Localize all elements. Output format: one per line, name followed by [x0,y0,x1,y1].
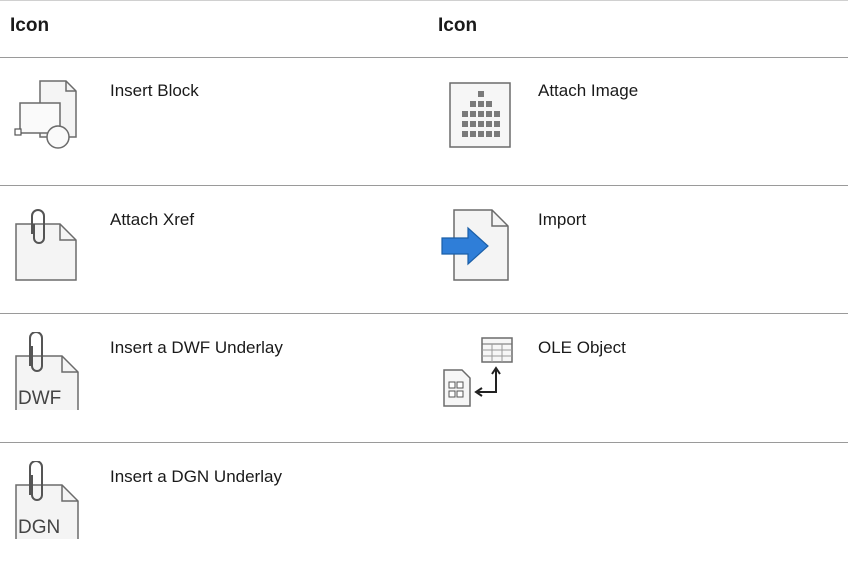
table-cell: OLE Object [428,314,848,442]
header-icon-col-2: Icon [438,15,478,36]
insert-block-icon [10,75,88,153]
table-cell: Insert Block [0,57,424,185]
table-row: Attach Xref Import [0,186,848,314]
table-cell: Attach Image [428,57,848,185]
table-row: Insert Block Attach Image [0,57,848,186]
dwf-underlay-icon: DWF [10,332,88,410]
icon-text: DGN [18,517,60,538]
table-cell: Attach Xref [0,186,424,313]
cell-label: Insert a DGN Underlay [110,467,282,486]
attach-image-icon [438,75,516,153]
cell-label: Insert Block [110,81,199,100]
table-row: DGN Insert a DGN Underlay [0,443,848,570]
import-icon [438,204,516,282]
cell-label: Insert a DWF Underlay [110,338,283,357]
cell-label: Import [538,210,587,229]
icon-text: DWF [18,388,61,409]
ole-object-icon [438,332,516,410]
cell-label: Attach Image [538,81,639,100]
table-header: Icon Icon [0,0,848,58]
attach-xref-icon [10,204,88,282]
header-icon-col-1: Icon [10,15,50,36]
table-cell: DGN Insert a DGN Underlay [0,443,424,570]
cell-label: Attach Xref [110,210,195,229]
table-cell: Import [428,186,848,313]
dgn-underlay-icon: DGN [10,461,88,539]
table-row: DWF Insert a DWF Underlay OLE Object [0,314,848,443]
table-cell: DWF Insert a DWF Underlay [0,314,424,442]
cell-label: OLE Object [538,338,626,357]
